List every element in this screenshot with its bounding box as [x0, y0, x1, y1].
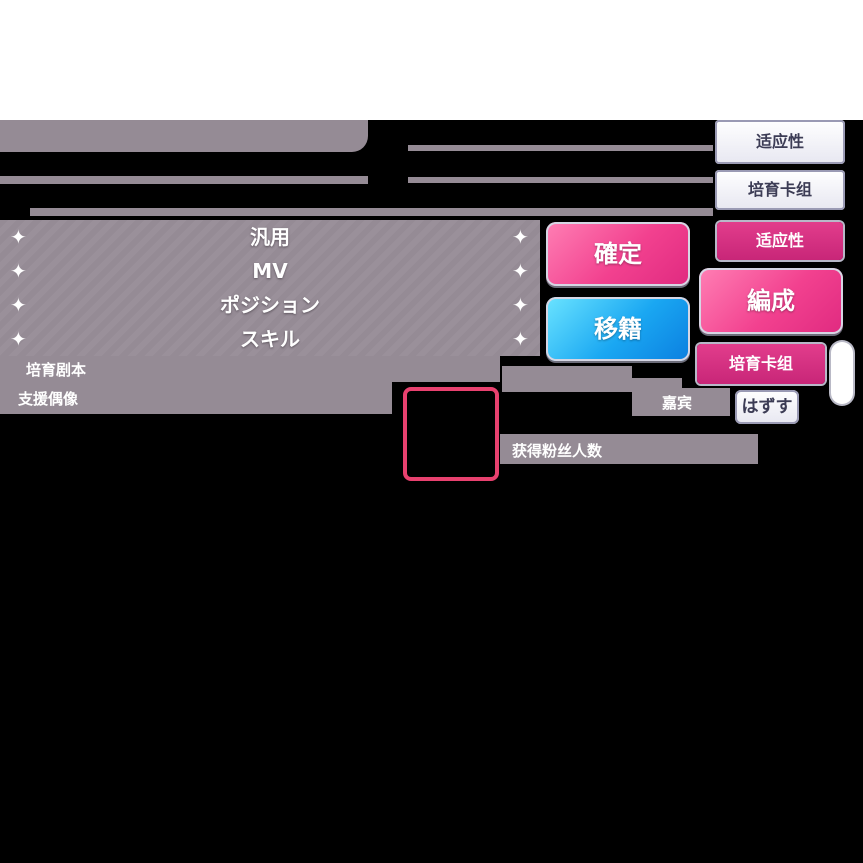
guest-bar: 嘉宾 [632, 388, 730, 416]
list-item-label: 汎用 [250, 225, 290, 249]
fans-gained-label: 获得粉丝人数 [512, 442, 603, 460]
idol-slot-frame[interactable] [403, 387, 499, 481]
remove-button[interactable]: はずす [735, 390, 799, 424]
list-item-skill[interactable]: ✦ スキル ✦ [0, 322, 540, 356]
training-script-bar: 培育剧本 [0, 356, 500, 382]
tab-deck-active[interactable]: 培育卡组 [697, 344, 825, 384]
top-blank-area [0, 0, 863, 120]
tab-deck[interactable]: 培育卡组 [715, 170, 845, 210]
list-item-label: ポジション [220, 293, 320, 317]
header-divider-right-1 [408, 145, 713, 151]
sparkle-icon: ✦ [512, 225, 529, 249]
sparkle-icon: ✦ [512, 327, 529, 351]
list-item-label: MV [252, 259, 288, 283]
tab-aptitude[interactable]: 适应性 [715, 120, 845, 164]
fans-bar: 获得粉丝人数 [500, 434, 758, 464]
scrollbar-handle[interactable] [831, 342, 853, 404]
confirm-button[interactable]: 確定 [546, 222, 690, 286]
list-item-general[interactable]: ✦ 汎用 ✦ [0, 220, 540, 254]
guest-strip-1 [502, 366, 632, 378]
header-divider-left [0, 176, 368, 184]
formation-button[interactable]: 編成 [699, 268, 843, 334]
support-idol-bar: 支援偶像 [0, 382, 392, 414]
header-bar [0, 120, 368, 152]
sparkle-icon: ✦ [512, 259, 529, 283]
sparkle-icon: ✦ [512, 293, 529, 317]
support-idol-label: 支援偶像 [18, 390, 79, 408]
training-script-label: 培育剧本 [26, 361, 87, 379]
transfer-button[interactable]: 移籍 [546, 297, 690, 361]
list-item-mv[interactable]: ✦ MV ✦ [0, 254, 540, 288]
header-divider-4 [408, 208, 713, 216]
list-item-label: スキル [240, 327, 300, 351]
guest-label: 嘉宾 [662, 394, 693, 412]
tab-aptitude-active[interactable]: 适应性 [717, 222, 843, 260]
list-item-position[interactable]: ✦ ポジション ✦ [0, 288, 540, 322]
header-divider-right-2 [408, 177, 713, 183]
